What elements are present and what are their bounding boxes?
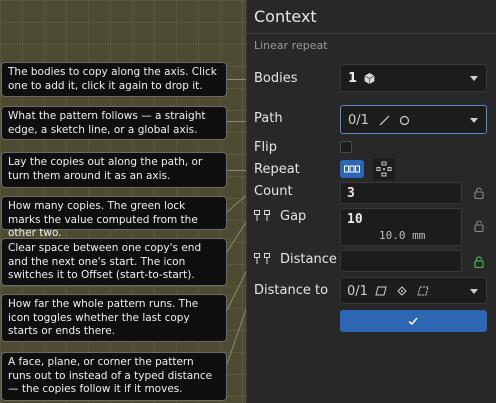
repeat-label: Repeat bbox=[254, 162, 300, 177]
vertex-icon bbox=[397, 286, 407, 296]
title-divider bbox=[247, 33, 496, 34]
checkmark-icon bbox=[408, 317, 418, 326]
distance-input[interactable] bbox=[340, 250, 462, 272]
panel-subtitle: Linear repeat bbox=[254, 39, 328, 52]
linear-repeat-icon bbox=[344, 165, 360, 173]
bodies-label: Bodies bbox=[254, 71, 298, 86]
apply-button[interactable] bbox=[340, 310, 487, 332]
repeat-linear-button[interactable] bbox=[340, 160, 364, 178]
count-lock-icon[interactable] bbox=[474, 187, 484, 199]
gap-value: 10 bbox=[347, 212, 363, 227]
distance-mode-icon[interactable] bbox=[254, 253, 270, 265]
tooltip-count: How many copies. The green lock marks th… bbox=[1, 196, 227, 239]
line-icon bbox=[379, 115, 390, 126]
distance-to-count: 0/1 bbox=[347, 284, 368, 299]
face-icon bbox=[375, 286, 387, 296]
tooltip-distance-to: A face, plane, or corner the pattern run… bbox=[1, 352, 227, 401]
circle-icon bbox=[399, 115, 410, 126]
path-select[interactable]: 0/1 bbox=[340, 105, 487, 134]
context-panel: Context Linear repeat Bodies 1 Path 0/1 … bbox=[246, 0, 496, 403]
tooltip-gap: Clear space between one copy's end and t… bbox=[1, 238, 227, 286]
chevron-down-icon bbox=[470, 76, 478, 81]
tooltip-bodies: The bodies to copy along the axis. Click… bbox=[1, 62, 227, 97]
distance-to-select[interactable]: 0/1 bbox=[340, 277, 487, 304]
repeat-around-axis-button[interactable] bbox=[373, 158, 395, 180]
count-input[interactable]: 3 bbox=[340, 182, 462, 204]
bodies-select[interactable]: 1 bbox=[340, 64, 487, 92]
cube-icon bbox=[364, 73, 375, 84]
distance-label: Distance bbox=[280, 252, 337, 267]
tooltip-path: What the pattern follows — a straight ed… bbox=[1, 106, 227, 140]
gap-label: Gap bbox=[280, 209, 307, 224]
path-label: Path bbox=[254, 111, 283, 126]
circular-repeat-icon bbox=[376, 161, 392, 177]
plane-icon bbox=[417, 286, 429, 296]
tooltip-repeat: Lay the copies out along the path, or tu… bbox=[1, 152, 227, 188]
flip-checkbox[interactable] bbox=[340, 141, 352, 153]
gap-mode-icon[interactable] bbox=[254, 210, 270, 222]
distance-to-label: Distance to bbox=[254, 283, 329, 298]
distance-lock-icon[interactable] bbox=[474, 256, 484, 268]
panel-title: Context bbox=[254, 7, 317, 26]
path-count: 0/1 bbox=[348, 113, 369, 128]
gap-computed-value: 10.0 mm bbox=[379, 229, 426, 242]
gap-input[interactable]: 10 10.0 mm bbox=[340, 208, 462, 246]
count-label: Count bbox=[254, 184, 293, 199]
chevron-down-icon bbox=[470, 288, 478, 294]
gap-lock-icon[interactable] bbox=[474, 220, 484, 232]
bodies-count: 1 bbox=[348, 71, 358, 86]
tooltip-distance: How far the whole pattern runs. The icon… bbox=[1, 294, 227, 342]
flip-label: Flip bbox=[254, 140, 277, 155]
count-value: 3 bbox=[347, 186, 355, 201]
chevron-down-icon bbox=[470, 117, 478, 123]
